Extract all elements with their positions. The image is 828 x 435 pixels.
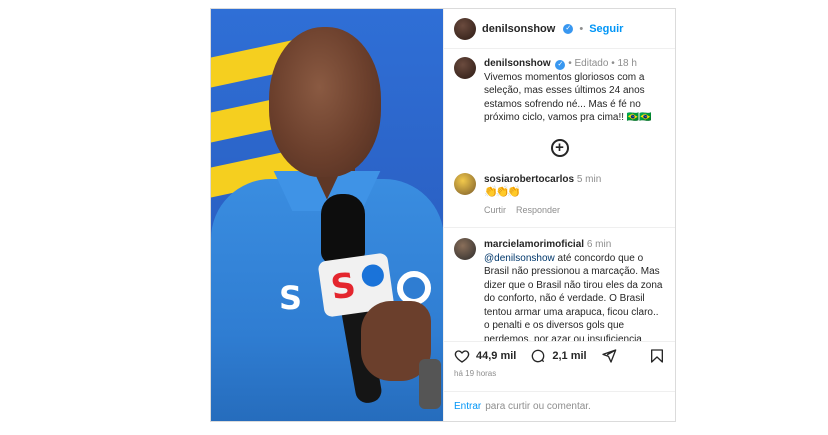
bookmark-icon[interactable] — [649, 348, 665, 364]
wristwatch — [419, 359, 441, 409]
comment-icon[interactable] — [530, 348, 546, 364]
share-icon[interactable] — [601, 348, 617, 364]
globo-logo — [360, 263, 386, 288]
comment-body: sosiarobertocarlos 5 min 👏👏👏 Curtir Resp… — [484, 173, 664, 218]
comment-time: 5 min — [576, 173, 602, 185]
header-username[interactable]: denilsonshow — [482, 23, 555, 35]
separator-dot: • — [579, 22, 584, 35]
avatar[interactable] — [454, 57, 476, 79]
likes-count[interactable]: 44,9 mil — [476, 350, 516, 362]
comment-username[interactable]: marcielamorimoficial — [484, 239, 584, 250]
comment-item: marcielamorimoficial 6 min @denilsonshow… — [454, 238, 665, 341]
mic-flag-logo: S — [328, 265, 359, 309]
comment-time: 6 min — [586, 239, 612, 250]
caption: denilsonshow ✓ • Editado • 18 h Vivemos … — [454, 57, 665, 125]
caption-edited: • Editado • 18 h — [568, 58, 637, 69]
reply-button[interactable]: Responder — [516, 204, 560, 218]
comment-username[interactable]: sosiarobertocarlos — [484, 174, 574, 185]
post-header: denilsonshow ✓ • Seguir — [444, 9, 675, 49]
posted-time: há 19 horas — [454, 369, 497, 378]
follow-button[interactable]: Seguir — [589, 23, 623, 35]
heart-icon[interactable] — [454, 348, 470, 364]
caption-body: denilsonshow ✓ • Editado • 18 h Vivemos … — [484, 57, 664, 125]
comments-scroll-area[interactable]: denilsonshow ✓ • Editado • 18 h Vivemos … — [444, 49, 675, 341]
login-text: para curtir ou comentar. — [485, 401, 591, 412]
shirt-logo: S — [279, 279, 303, 317]
comments-count[interactable]: 2,1 mil — [552, 350, 586, 362]
post-side-panel: denilsonshow ✓ • Seguir denilsonshow ✓ •… — [443, 9, 675, 421]
like-comment-button[interactable]: Curtir — [484, 204, 506, 218]
microphone-head — [321, 194, 365, 264]
avatar[interactable] — [454, 238, 476, 260]
load-more: + — [454, 138, 665, 157]
verified-icon: ✓ — [563, 23, 574, 34]
avatar[interactable] — [454, 17, 476, 40]
comment-actions: Curtir Responder — [484, 204, 664, 218]
add-circle-icon[interactable]: + — [550, 138, 569, 157]
person-head — [269, 27, 381, 177]
divider — [444, 227, 675, 228]
caption-text: Vivemos momentos gloriosos com a seleção… — [484, 71, 652, 124]
caption-username[interactable]: denilsonshow — [484, 58, 551, 69]
verified-icon: ✓ — [555, 60, 566, 70]
comment-body: marcielamorimoficial 6 min @denilsonshow… — [484, 238, 664, 341]
comment-item: sosiarobertocarlos 5 min 👏👏👏 Curtir Resp… — [454, 172, 665, 218]
comment-text: 👏👏👏 — [484, 186, 521, 198]
login-footer: Entrar para curtir ou comentar. — [444, 391, 675, 421]
globo-shirt-logo — [397, 271, 431, 305]
login-link[interactable]: Entrar — [454, 401, 481, 412]
instagram-post: S S denilsonshow ✓ • Seguir denilsonshow… — [210, 8, 676, 422]
comment-mention[interactable]: @denilsonshow — [484, 253, 555, 264]
avatar[interactable] — [454, 172, 476, 195]
post-image[interactable]: S S — [211, 9, 443, 421]
post-actions: 44,9 mil 2,1 mil há 19 horas — [444, 341, 675, 391]
comment-text: até concordo que o Brasil não pressionou… — [484, 252, 663, 342]
